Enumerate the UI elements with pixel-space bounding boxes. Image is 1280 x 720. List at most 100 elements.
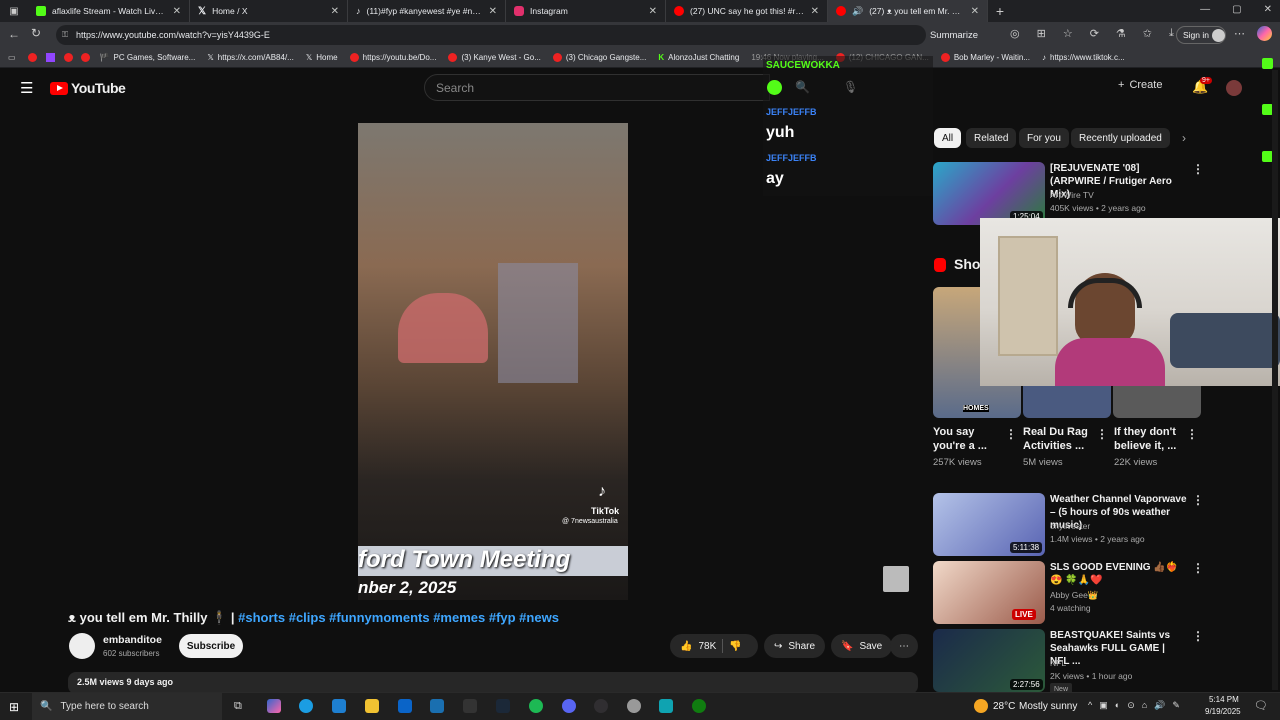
- youtube-bookmark-icon[interactable]: [63, 53, 73, 62]
- sidebar-more-icon[interactable]: ⋮: [1192, 561, 1204, 575]
- channel-name[interactable]: embanditoe: [103, 634, 162, 646]
- url-field[interactable]: ⚿ https://www.youtube.com/watch?v=yisY44…: [56, 25, 978, 45]
- sidebar-more-icon[interactable]: ⋮: [1192, 629, 1204, 643]
- chip-recently-uploaded[interactable]: Recently uploaded: [1071, 128, 1170, 148]
- more-actions-button[interactable]: ⋯: [890, 634, 918, 658]
- sidebar-channel[interactable]: ArpWire TV: [1050, 189, 1094, 202]
- browser-tab-youtube-1[interactable]: (27) UNC say he got this! #reels ✕: [666, 0, 828, 22]
- youtube-bookmark-icon[interactable]: [27, 53, 37, 62]
- app-icon[interactable]: [463, 699, 477, 713]
- tray-icon[interactable]: ⊙: [1127, 700, 1135, 711]
- clock-date[interactable]: 9/19/2025: [1205, 707, 1241, 716]
- weather-text[interactable]: Mostly sunny: [1019, 701, 1077, 712]
- new-tab-button[interactable]: +: [988, 3, 1012, 19]
- maximize-icon[interactable]: ▢: [1232, 4, 1241, 15]
- create-button[interactable]: + Create: [1118, 79, 1162, 91]
- thumbs-down-icon[interactable]: 👎: [729, 641, 741, 652]
- notification-center-icon[interactable]: 🗨: [1254, 699, 1268, 712]
- xbox-icon[interactable]: [692, 699, 706, 713]
- favorites-icon[interactable]: ✩: [1143, 27, 1152, 40]
- task-view-icon[interactable]: ⧉: [234, 700, 242, 713]
- like-button[interactable]: 👍 78K 👎: [670, 634, 758, 658]
- youtube-logo[interactable]: YouTube: [50, 80, 126, 96]
- account-avatar[interactable]: [1226, 80, 1242, 96]
- save-button[interactable]: 🔖 Save: [831, 634, 893, 658]
- close-icon[interactable]: ✕: [331, 6, 339, 17]
- twitch-bookmark-icon[interactable]: [45, 53, 55, 62]
- channel-avatar[interactable]: [69, 633, 95, 659]
- edge-icon[interactable]: [299, 699, 313, 713]
- short-more-icon[interactable]: ⋮: [1096, 427, 1108, 441]
- favorite-star-icon[interactable]: ☆: [1063, 27, 1073, 40]
- hamburger-menu-icon[interactable]: ☰: [20, 79, 33, 97]
- more-menu-icon[interactable]: ⋯: [1234, 27, 1245, 40]
- share-button[interactable]: ↪ Share: [764, 634, 826, 658]
- tab-actions-icon[interactable]: ▣: [0, 0, 28, 22]
- obs-icon[interactable]: [594, 699, 608, 713]
- temperature[interactable]: 28°C: [993, 701, 1015, 712]
- short-thumbnail[interactable]: [1023, 385, 1111, 418]
- outlook-icon[interactable]: [398, 699, 412, 713]
- sidebar-video-title[interactable]: SLS GOOD EVENING 👍🏾❤️‍🔥😍 🍀🙏❤️: [1050, 561, 1185, 587]
- search-input[interactable]: Search: [424, 74, 770, 101]
- browser-tab-kick[interactable]: aflaxlife Stream - Watch Live on K ✕: [28, 0, 190, 22]
- chip-related[interactable]: Related: [966, 128, 1017, 148]
- sidebar-video-title[interactable]: BEASTQUAKE! Saints vs Seahawks FULL GAME…: [1050, 629, 1185, 668]
- steam-icon[interactable]: [496, 699, 510, 713]
- bookmark-item[interactable]: (3) Kanye West - Go...: [442, 53, 546, 62]
- copilot-taskbar-icon[interactable]: [267, 699, 281, 713]
- description-box[interactable]: 2.5M views 9 days ago: [68, 672, 918, 694]
- bookmark-item[interactable]: 𝕏 Home: [300, 53, 344, 62]
- close-icon[interactable]: ✕: [649, 6, 657, 17]
- sidebar-more-icon[interactable]: ⋮: [1192, 493, 1204, 507]
- collections-icon[interactable]: ▭: [0, 53, 24, 62]
- video-hashtags[interactable]: #shorts #clips #funnymoments #memes #fyp…: [238, 610, 559, 625]
- site-info-icon[interactable]: ⚿: [62, 30, 68, 40]
- bookmark-item[interactable]: (3) Chicago Gangste...: [547, 53, 652, 62]
- short-more-icon[interactable]: ⋮: [1005, 427, 1017, 441]
- folder-icon[interactable]: [365, 699, 379, 713]
- chip-all[interactable]: All: [934, 128, 962, 148]
- bookmark-item[interactable]: 𝕏https://x.com/AB84/...: [201, 53, 299, 62]
- mini-thumbnail[interactable]: [883, 566, 909, 592]
- app-icon[interactable]: [627, 699, 641, 713]
- tray-icon[interactable]: ◐: [1115, 700, 1120, 711]
- clock-time[interactable]: 5:14 PM: [1209, 695, 1239, 704]
- subscribe-button[interactable]: Subscribe: [179, 634, 243, 658]
- browser-tab-youtube-active[interactable]: 🔊 (27) ᴥ you tell em Mr. Thilly ✕: [828, 0, 988, 22]
- summarize-button[interactable]: Summarize: [930, 30, 978, 41]
- speaker-icon[interactable]: 🔊: [852, 6, 863, 17]
- app-icon[interactable]: [659, 699, 673, 713]
- discord-icon[interactable]: [562, 699, 576, 713]
- pen-icon[interactable]: ✎: [1172, 700, 1180, 711]
- windows-start-icon[interactable]: ⊞: [9, 700, 19, 714]
- tray-icon[interactable]: ▣: [1099, 700, 1108, 711]
- short-title[interactable]: You say you're a ...: [933, 425, 1001, 453]
- store-icon[interactable]: [332, 699, 346, 713]
- app-icon[interactable]: [430, 699, 444, 713]
- close-icon[interactable]: ✕: [811, 6, 819, 17]
- chevron-right-icon[interactable]: ›: [1182, 131, 1186, 145]
- minimize-icon[interactable]: —: [1200, 4, 1210, 15]
- network-icon[interactable]: ⌂: [1142, 700, 1147, 711]
- browser-tab-instagram[interactable]: Instagram ✕: [506, 0, 666, 22]
- sign-in-button[interactable]: Sign in: [1176, 26, 1226, 44]
- window-close-icon[interactable]: ✕: [1264, 4, 1272, 15]
- close-icon[interactable]: ✕: [489, 6, 497, 17]
- reader-icon[interactable]: ◎: [1010, 27, 1020, 40]
- short-thumbnail[interactable]: [1113, 385, 1201, 418]
- refresh-icon[interactable]: ↻: [31, 26, 41, 40]
- apps-icon[interactable]: ⊞: [1037, 27, 1046, 40]
- sidebar-channel[interactable]: NFL: [1050, 657, 1066, 670]
- sidebar-more-icon[interactable]: ⋮: [1192, 162, 1204, 176]
- copilot-icon[interactable]: [1257, 26, 1272, 41]
- browser-tab-x[interactable]: 𝕏 Home / X ✕: [190, 0, 348, 22]
- extensions-icon[interactable]: ⚗: [1116, 27, 1126, 40]
- sidebar-channel[interactable]: Abby Gee👑: [1050, 589, 1098, 602]
- short-title[interactable]: Real Du Rag Activities ...: [1023, 425, 1093, 453]
- short-title[interactable]: If they don't believe it, ...: [1114, 425, 1182, 453]
- close-icon[interactable]: ✕: [173, 6, 181, 17]
- youtube-bookmark-icon[interactable]: [80, 53, 90, 62]
- taskbar-search[interactable]: 🔍 Type here to search: [32, 693, 222, 720]
- close-icon[interactable]: ✕: [971, 6, 979, 17]
